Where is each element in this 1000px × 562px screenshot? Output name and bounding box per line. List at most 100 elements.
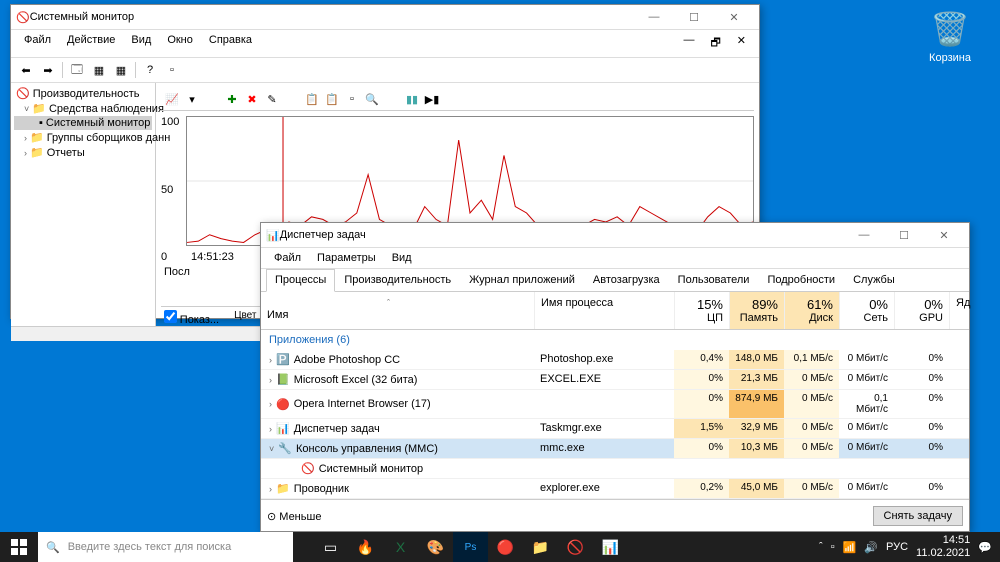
- taskmgr-menubar: Файл Параметры Вид: [261, 248, 969, 269]
- tree-sysmon[interactable]: ▪ Системный монитор: [14, 116, 152, 130]
- mdi-restore[interactable]: 🗗: [702, 32, 728, 55]
- tree-root[interactable]: 🚫 Производительность: [14, 86, 152, 101]
- perfmon-toolbar: ⬅ ➡ 🗔 ▦ ▦ ? ▫: [11, 58, 759, 83]
- taskmgr-footer: ⊙ Меньше Снять задачу: [261, 499, 969, 532]
- menu-options[interactable]: Параметры: [309, 250, 384, 266]
- menu-view[interactable]: Вид: [123, 32, 159, 55]
- perfmon-icon: 🚫: [16, 11, 30, 24]
- taskmgr-titlebar[interactable]: 📊 Диспетчер задач — ☐ ✕: [261, 223, 969, 248]
- table-row[interactable]: › 📁 Проводникexplorer.exe0,2%45,0 МБ0 МБ…: [261, 479, 969, 499]
- mdi-minimize[interactable]: —: [675, 32, 702, 55]
- tree-monitoring[interactable]: ˅📁 Средства наблюдения: [14, 101, 152, 116]
- taskbar-app[interactable]: 🔥: [348, 532, 383, 562]
- taskbar-app-excel[interactable]: X: [383, 532, 418, 562]
- menu-action[interactable]: Действие: [59, 32, 123, 55]
- paste-button[interactable]: 📋: [323, 90, 341, 108]
- menu-window[interactable]: Окно: [159, 32, 201, 55]
- toolbar-btn[interactable]: 🗔: [67, 60, 87, 80]
- maximize-button[interactable]: ☐: [884, 223, 924, 248]
- close-button[interactable]: ✕: [924, 223, 964, 248]
- table-row[interactable]: › 📗 Microsoft Excel (32 бита)EXCEL.EXE0%…: [261, 370, 969, 390]
- add-counter-button[interactable]: ✚: [223, 90, 241, 108]
- taskbar-app-photoshop[interactable]: Ps: [453, 532, 488, 562]
- tray-lang[interactable]: РУС: [886, 541, 908, 553]
- tray-chevron-icon[interactable]: ˆ: [819, 541, 823, 553]
- tray-sound-icon[interactable]: 🔊: [864, 541, 878, 554]
- taskbar-app-opera[interactable]: 🔴: [488, 532, 523, 562]
- view-button[interactable]: 📈: [163, 90, 181, 108]
- back-button[interactable]: ⬅: [16, 60, 36, 80]
- taskbar-items: ▭ 🔥 X 🎨 Ps 🔴 📁 🚫 📊: [313, 532, 628, 562]
- group-apps[interactable]: Приложения (6): [261, 330, 969, 350]
- taskbar-app-explorer[interactable]: 📁: [523, 532, 558, 562]
- forward-button[interactable]: ➡: [38, 60, 58, 80]
- minimize-button[interactable]: —: [634, 5, 674, 30]
- table-row[interactable]: ˅ 🔧 Консоль управления (MMC)mmc.exe0%10,…: [261, 439, 969, 459]
- search-placeholder: Введите здесь текст для поиска: [68, 541, 232, 553]
- table-row[interactable]: › 🅿️ Adobe Photoshop CCPhotoshop.exe0,4%…: [261, 350, 969, 370]
- mdi-close[interactable]: ✕: [729, 32, 754, 55]
- props-button[interactable]: ▫: [343, 90, 361, 108]
- search-box[interactable]: 🔍 Введите здесь текст для поиска: [38, 532, 293, 562]
- desktop-trash[interactable]: Корзина: [925, 10, 975, 64]
- search-icon: 🔍: [46, 541, 60, 554]
- freeze-button[interactable]: ▮▮: [403, 90, 421, 108]
- help-button[interactable]: ?: [140, 60, 160, 80]
- view-button[interactable]: ▾: [183, 90, 201, 108]
- tab-startup[interactable]: Автозагрузка: [584, 269, 669, 291]
- table-row[interactable]: › 📊 Диспетчер задачTaskmgr.exe1,5%32,9 М…: [261, 419, 969, 439]
- taskmgr-window: 📊 Диспетчер задач — ☐ ✕ Файл Параметры В…: [260, 222, 970, 532]
- taskbar-app-perfmon[interactable]: 🚫: [558, 532, 593, 562]
- perfmon-titlebar[interactable]: 🚫 Системный монитор — ☐ ✕: [11, 5, 759, 30]
- perfmon-tree[interactable]: 🚫 Производительность ˅📁 Средства наблюде…: [11, 83, 156, 326]
- legend-checkbox[interactable]: [164, 310, 177, 323]
- tab-services[interactable]: Службы: [844, 269, 904, 291]
- taskbar-app-taskmgr[interactable]: 📊: [593, 532, 628, 562]
- table-header[interactable]: ˆИмя Имя процесса 15%ЦП 89%Память 61%Дис…: [261, 292, 969, 330]
- remove-counter-button[interactable]: ✖: [243, 90, 261, 108]
- menu-file[interactable]: Файл: [16, 32, 59, 55]
- zoom-button[interactable]: 🔍: [363, 90, 381, 108]
- trash-icon: [930, 10, 970, 50]
- table-row[interactable]: › 🔴 Opera Internet Browser (17)0%874,9 М…: [261, 390, 969, 419]
- toolbar-btn[interactable]: ▦: [111, 60, 131, 80]
- start-button[interactable]: [0, 532, 38, 562]
- task-view-button[interactable]: ▭: [313, 532, 348, 562]
- end-task-button[interactable]: Снять задачу: [873, 506, 964, 526]
- tab-apphistory[interactable]: Журнал приложений: [460, 269, 584, 291]
- tab-processes[interactable]: Процессы: [266, 269, 335, 292]
- close-button[interactable]: ✕: [714, 5, 754, 30]
- tree-collectors[interactable]: ›📁 Группы сборщиков данн: [14, 130, 152, 145]
- highlight-button[interactable]: ✎: [263, 90, 281, 108]
- perfmon-menubar: Файл Действие Вид Окно Справка — 🗗 ✕: [11, 30, 759, 58]
- tray-clock[interactable]: 14:51 11.02.2021: [916, 534, 970, 560]
- system-tray: ˆ ▫ 📶 🔊 РУС 14:51 11.02.2021 💬: [811, 534, 1000, 560]
- perfmon-title: Системный монитор: [30, 11, 634, 23]
- tray-notifications-icon[interactable]: 💬: [978, 541, 992, 554]
- update-button[interactable]: ▶▮: [423, 90, 441, 108]
- tray-wifi-icon[interactable]: 📶: [843, 541, 857, 554]
- taskbar: 🔍 Введите здесь текст для поиска ▭ 🔥 X 🎨…: [0, 532, 1000, 562]
- tray-network-icon[interactable]: ▫: [831, 541, 835, 553]
- taskbar-app[interactable]: 🎨: [418, 532, 453, 562]
- tree-reports[interactable]: ›📁 Отчеты: [14, 145, 152, 160]
- menu-view[interactable]: Вид: [384, 250, 420, 266]
- toolbar-btn[interactable]: ▫: [162, 60, 182, 80]
- fewer-details-button[interactable]: ⊙ Меньше: [267, 510, 321, 523]
- chart-ylabels: 100 50 0: [161, 116, 179, 263]
- tab-details[interactable]: Подробности: [758, 269, 844, 291]
- trash-label: Корзина: [925, 52, 975, 64]
- tab-performance[interactable]: Производительность: [335, 269, 460, 291]
- taskmgr-title: Диспетчер задач: [280, 229, 844, 241]
- taskmgr-icon: 📊: [266, 229, 280, 242]
- menu-file[interactable]: Файл: [266, 250, 309, 266]
- maximize-button[interactable]: ☐: [674, 5, 714, 30]
- minimize-button[interactable]: —: [844, 223, 884, 248]
- copy-button[interactable]: 📋: [303, 90, 321, 108]
- taskmgr-tabs: Процессы Производительность Журнал прило…: [261, 269, 969, 292]
- table-row[interactable]: 🚫 Системный монитор: [261, 459, 969, 479]
- toolbar-btn[interactable]: ▦: [89, 60, 109, 80]
- tab-users[interactable]: Пользователи: [669, 269, 759, 291]
- process-table: ˆИмя Имя процесса 15%ЦП 89%Память 61%Дис…: [261, 292, 969, 499]
- menu-help[interactable]: Справка: [201, 32, 260, 55]
